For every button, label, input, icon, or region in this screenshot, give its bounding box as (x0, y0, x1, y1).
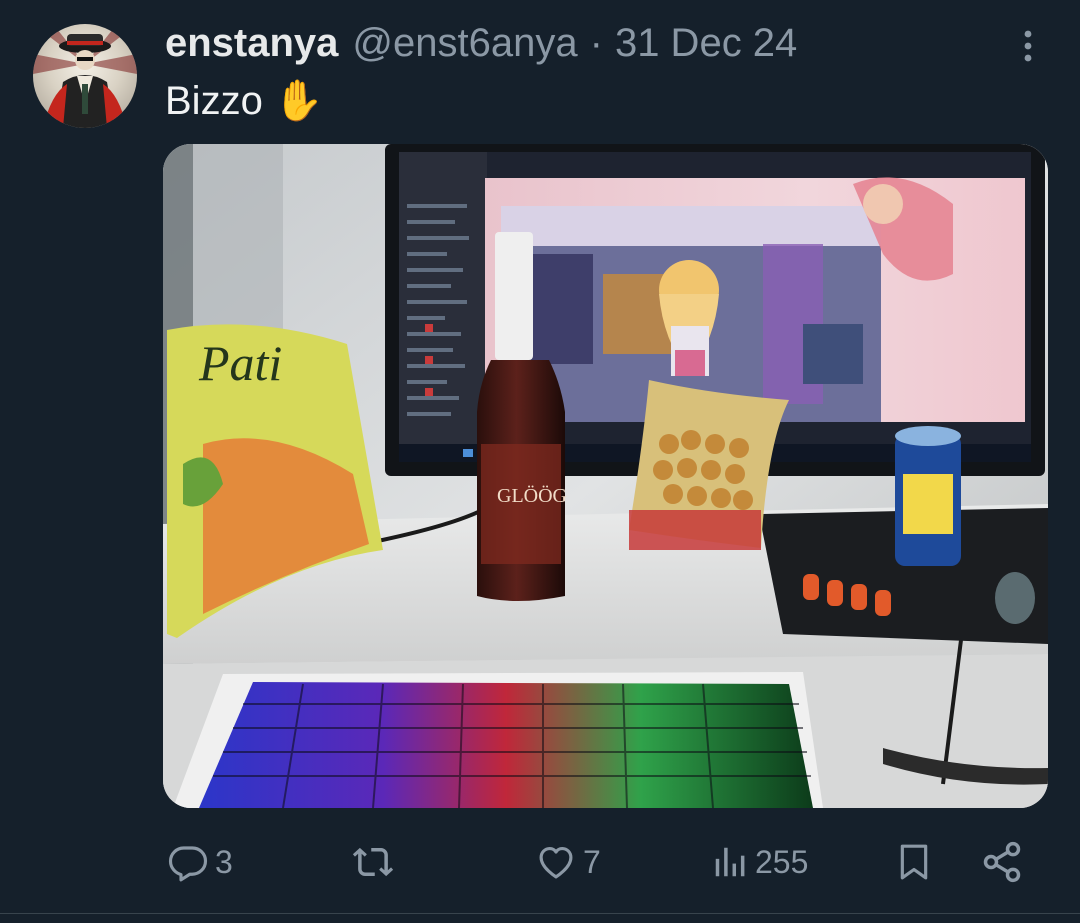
views-icon (715, 847, 745, 877)
views-count: 255 (755, 843, 809, 880)
bookmark-button[interactable] (894, 830, 934, 894)
separator-dot: · (589, 21, 603, 65)
reply-icon (168, 846, 208, 882)
more-options-button[interactable] (1008, 22, 1048, 70)
tweet-text: Bizzo ✋ (165, 79, 324, 123)
tweet-actions: 3 7 255 (0, 830, 1080, 894)
retweet-icon (352, 847, 394, 877)
avatar[interactable] (33, 24, 137, 128)
more-vertical-icon (1024, 30, 1032, 62)
tweet-header: enstanya @enst6anya · 31 Dec 24 (165, 18, 797, 68)
tweet[interactable]: enstanya @enst6anya · 31 Dec 24 Bizzo ✋ (0, 0, 1080, 923)
user-handle[interactable]: @enst6anya (352, 18, 577, 68)
heart-icon (539, 846, 573, 879)
share-icon (983, 841, 1021, 883)
views-button[interactable]: 255 (711, 830, 808, 894)
tweet-date[interactable]: 31 Dec 24 (615, 18, 797, 68)
reply-count: 3 (215, 843, 233, 880)
share-button[interactable] (980, 830, 1024, 894)
retweet-button[interactable] (350, 830, 396, 894)
like-button[interactable]: 7 (535, 830, 601, 894)
like-count: 7 (583, 843, 601, 880)
display-name[interactable]: enstanya (165, 18, 338, 68)
divider (0, 913, 1080, 914)
svg-text:Pati: Pati (198, 335, 282, 391)
bookmark-icon (900, 844, 928, 880)
tweet-photo[interactable]: Pati GLÖÖG (163, 144, 1048, 808)
reply-button[interactable]: 3 (167, 830, 233, 894)
svg-text:GLÖÖG: GLÖÖG (497, 484, 567, 507)
